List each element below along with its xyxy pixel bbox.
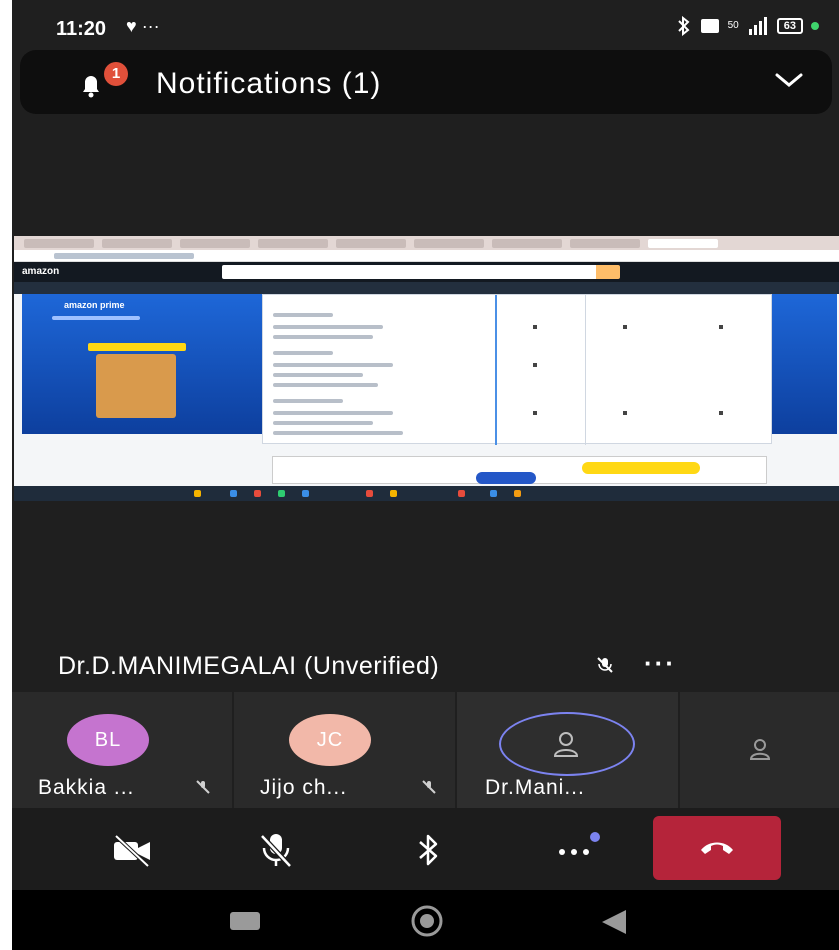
end-call-icon bbox=[701, 842, 733, 854]
site-nav bbox=[14, 282, 839, 294]
recents-button[interactable] bbox=[230, 912, 260, 930]
status-time: 11:20 bbox=[56, 18, 107, 40]
person-icon bbox=[553, 732, 579, 757]
avatar: BL bbox=[67, 714, 149, 766]
chevron-down-icon[interactable] bbox=[774, 70, 804, 90]
plan-button-blue bbox=[476, 472, 536, 484]
avatar: JC bbox=[289, 714, 371, 766]
mic-off-icon bbox=[422, 780, 436, 794]
participant-strip: BL Bakkia ... JC Jijo ch... Dr.Mani... bbox=[12, 692, 839, 808]
notification-badge: 1 bbox=[104, 62, 128, 86]
site-search-box bbox=[222, 265, 608, 279]
bluetooth-status-icon bbox=[677, 16, 690, 36]
site-header: amazon bbox=[14, 262, 839, 282]
bluetooth-icon[interactable] bbox=[406, 830, 450, 870]
participant-tile-speaking[interactable]: Dr.Mani... bbox=[457, 692, 678, 808]
person-icon bbox=[749, 739, 771, 760]
participant-tile-overflow[interactable] bbox=[680, 692, 839, 808]
prime-box-image bbox=[96, 354, 176, 418]
presenter-name: Dr.D.MANIMEGALAI (Unverified) bbox=[58, 652, 440, 680]
meeting-screen: 11:20 ♥ ··· 50 63 1 Notifications (1) am… bbox=[12, 0, 839, 950]
more-notification-dot bbox=[590, 832, 600, 842]
site-logo: amazon bbox=[22, 266, 60, 277]
desktop-taskbar bbox=[14, 486, 839, 501]
back-button[interactable] bbox=[598, 908, 628, 936]
participant-name: Jijo ch... bbox=[260, 776, 348, 799]
site-search-button bbox=[596, 265, 620, 279]
mic-off-icon bbox=[196, 780, 210, 794]
battery-icon: 63 bbox=[776, 18, 803, 34]
browser-tabs bbox=[14, 236, 839, 250]
bell-icon bbox=[83, 76, 99, 98]
plan-button-yellow bbox=[582, 462, 700, 474]
status-left-icons: ♥ ··· bbox=[126, 16, 160, 36]
prime-logo: amazon prime bbox=[64, 300, 125, 310]
system-nav-bar bbox=[12, 890, 839, 950]
mic-off-icon bbox=[597, 657, 613, 673]
shared-screen[interactable]: amazon amazon prime bbox=[14, 236, 839, 501]
participant-tile[interactable]: BL Bakkia ... bbox=[12, 692, 232, 808]
browser-url-bar bbox=[14, 250, 839, 262]
notifications-bar[interactable]: 1 Notifications (1) bbox=[20, 50, 832, 114]
participant-tile[interactable]: JC Jijo ch... bbox=[234, 692, 455, 808]
recording-dot bbox=[811, 22, 819, 30]
camera-off-icon[interactable] bbox=[110, 830, 154, 870]
call-controls bbox=[12, 808, 839, 890]
signal-icon bbox=[748, 17, 767, 35]
plan-comparison-card bbox=[262, 294, 772, 445]
home-button[interactable] bbox=[410, 904, 444, 938]
participant-name: Bakkia ... bbox=[38, 776, 135, 799]
mic-off-icon[interactable] bbox=[254, 830, 298, 870]
notifications-title: Notifications (1) bbox=[156, 67, 382, 100]
participant-name: Dr.Mani... bbox=[485, 776, 585, 799]
network-speed: 50 bbox=[727, 20, 739, 31]
end-call-button[interactable] bbox=[653, 816, 781, 880]
status-right-icons: 50 63 bbox=[676, 16, 819, 36]
hd-icon bbox=[700, 19, 719, 33]
status-bar: 11:20 ♥ ··· 50 63 bbox=[12, 0, 839, 50]
presenter-more-button[interactable]: ··· bbox=[644, 648, 676, 679]
